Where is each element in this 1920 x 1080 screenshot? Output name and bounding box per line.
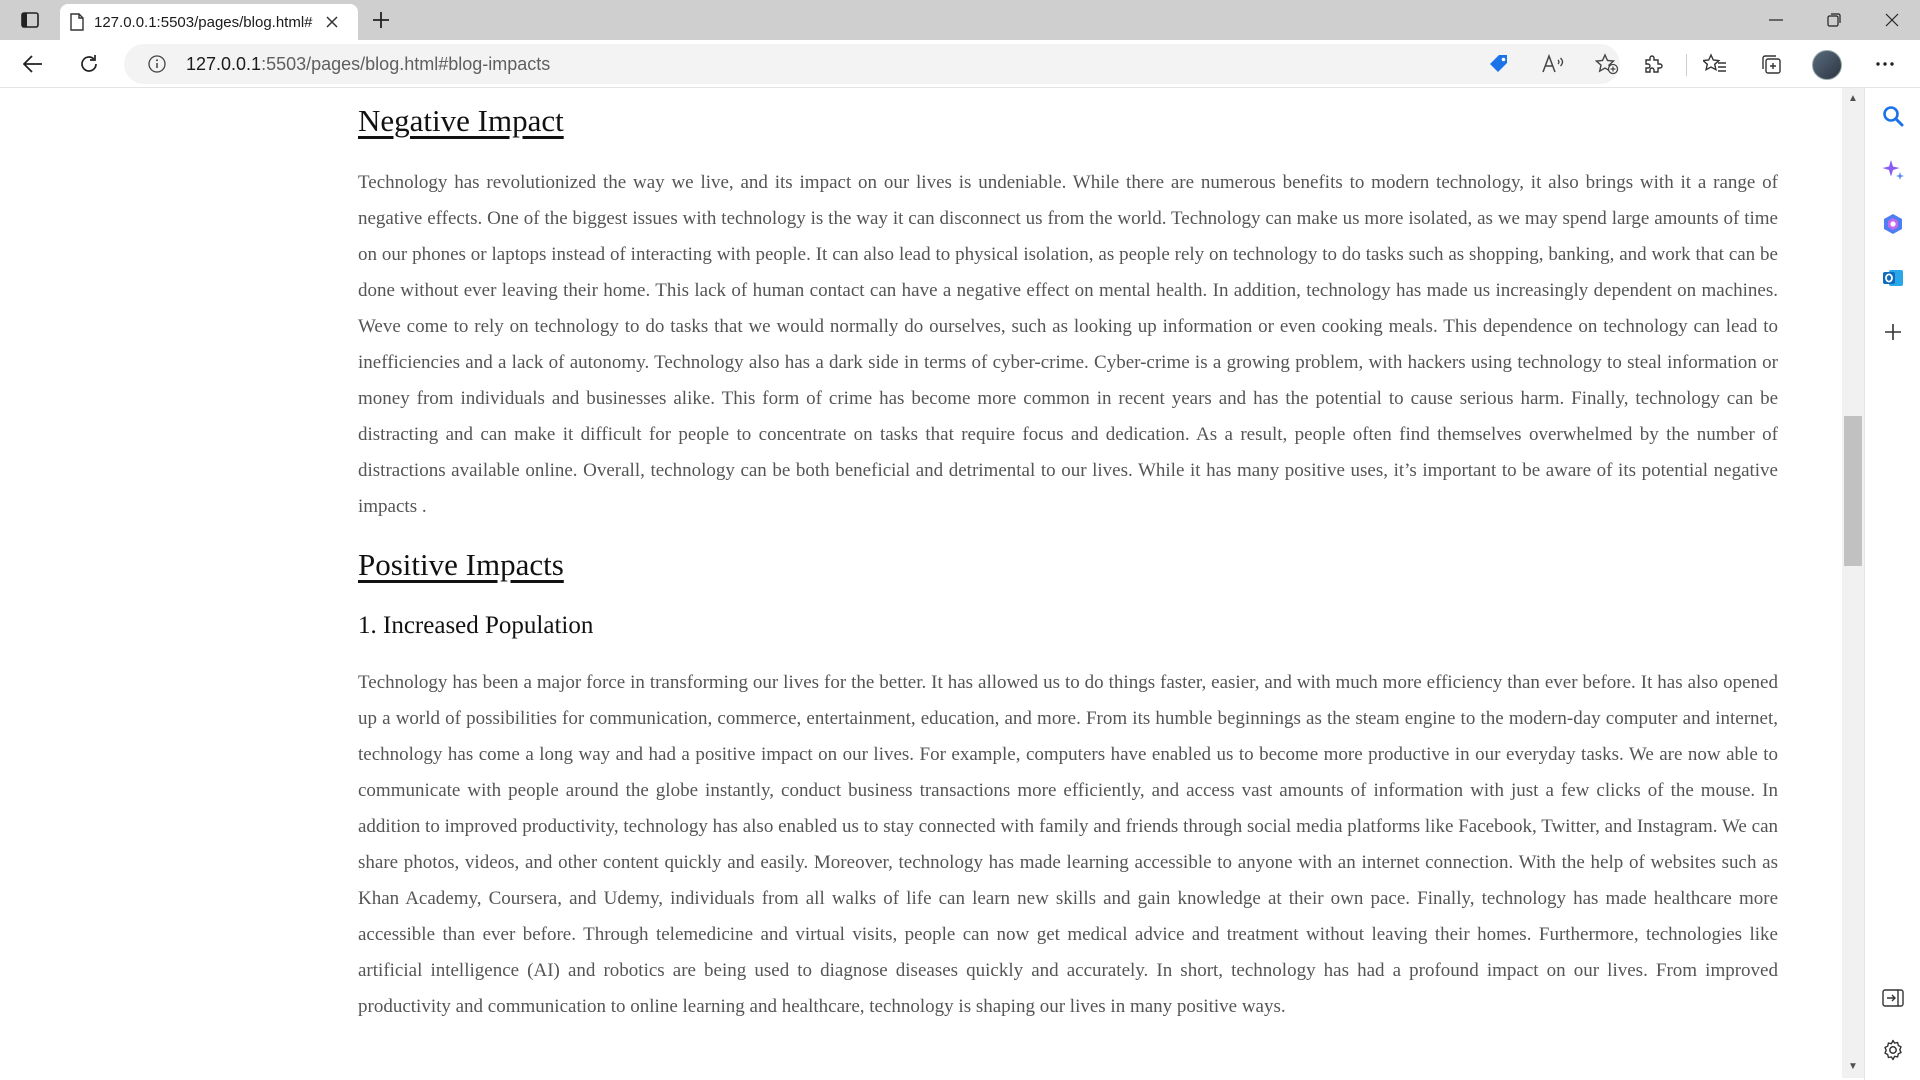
negative-impact-paragraph: Technology has revolutionized the way we…: [358, 172, 1778, 517]
collections-icon: [1760, 53, 1782, 75]
page-icon: [70, 13, 84, 31]
copilot-icon: [1881, 158, 1905, 182]
office-icon: [1881, 212, 1905, 236]
site-info-button[interactable]: [142, 50, 172, 78]
minimize-icon: [1769, 19, 1783, 21]
shopping-tag-icon: [1488, 53, 1510, 75]
sidebar-office-button[interactable]: [1877, 208, 1909, 240]
add-icon: [1884, 323, 1902, 341]
window-close-button[interactable]: [1864, 0, 1920, 40]
favorites-button[interactable]: [1698, 48, 1732, 80]
negative-impact-heading: Negative Impact: [358, 103, 564, 138]
read-aloud-icon: [1541, 54, 1565, 74]
sidebar-copilot-button[interactable]: [1877, 154, 1909, 186]
search-icon: [1882, 105, 1904, 127]
read-aloud-button[interactable]: [1538, 50, 1568, 78]
collections-button[interactable]: [1754, 48, 1788, 80]
new-tab-button[interactable]: [366, 6, 396, 34]
extensions-button[interactable]: [1636, 48, 1670, 80]
window-close-icon: [1885, 13, 1899, 27]
minimize-button[interactable]: [1748, 0, 1804, 40]
scroll-up-arrow[interactable]: ▲: [1848, 94, 1858, 104]
sidebar-add-button[interactable]: [1877, 316, 1909, 348]
add-favorite-icon: [1595, 53, 1619, 75]
positive-impacts-heading: Positive Impacts: [358, 547, 564, 582]
tab-actions-icon: [21, 12, 39, 28]
sidebar-search-button[interactable]: [1877, 100, 1909, 132]
browser-toolbar: 127.0.0.1:5503/pages/blog.html#blog-impa…: [0, 40, 1920, 88]
hide-sidebar-icon: [1882, 988, 1904, 1008]
page-scrollbar[interactable]: ▲ ▼: [1842, 88, 1864, 1078]
info-icon: [148, 55, 166, 73]
scroll-down-arrow[interactable]: ▼: [1848, 1062, 1858, 1072]
url-host: 127.0.0.1: [186, 54, 262, 74]
increased-population-subheading: 1. Increased Population: [358, 612, 594, 639]
page-viewport: Negative Impact Technology has revolutio…: [0, 89, 1842, 1080]
tab-close-button[interactable]: [320, 10, 344, 34]
extensions-icon: [1642, 53, 1664, 75]
tab-actions-button[interactable]: [14, 6, 46, 34]
back-button[interactable]: [16, 48, 50, 80]
tab-title: 127.0.0.1:5503/pages/blog.html#: [94, 13, 313, 31]
profile-avatar[interactable]: [1812, 50, 1842, 80]
tab-strip: 127.0.0.1:5503/pages/blog.html#: [0, 0, 1920, 40]
address-bar[interactable]: 127.0.0.1:5503/pages/blog.html#blog-impa…: [124, 44, 1620, 84]
outlook-icon: [1881, 266, 1905, 290]
close-icon: [326, 16, 338, 28]
url-text: 127.0.0.1:5503/pages/blog.html#blog-impa…: [186, 54, 550, 75]
active-tab[interactable]: 127.0.0.1:5503/pages/blog.html#: [60, 4, 358, 40]
add-favorite-button[interactable]: [1592, 50, 1622, 78]
restore-icon: [1827, 13, 1841, 27]
url-path: :5503/pages/blog.html#blog-impacts: [261, 54, 551, 74]
edge-sidebar: [1864, 88, 1920, 1080]
toolbar-separator: [1686, 54, 1687, 76]
sidebar-settings-button[interactable]: [1877, 1034, 1909, 1066]
favorites-icon: [1703, 53, 1727, 75]
settings-icon: [1882, 1039, 1904, 1061]
refresh-button[interactable]: [72, 48, 106, 80]
shopping-button[interactable]: [1484, 50, 1514, 78]
restore-button[interactable]: [1806, 0, 1862, 40]
refresh-icon: [79, 54, 99, 74]
hide-sidebar-button[interactable]: [1877, 982, 1909, 1014]
more-icon: [1876, 62, 1894, 66]
sidebar-outlook-button[interactable]: [1877, 262, 1909, 294]
back-arrow-icon: [23, 55, 43, 73]
positive-impacts-paragraph: Technology has been a major force in tra…: [358, 672, 1778, 1017]
plus-icon: [372, 11, 390, 29]
scroll-thumb[interactable]: [1844, 416, 1862, 566]
more-menu-button[interactable]: [1868, 48, 1902, 80]
